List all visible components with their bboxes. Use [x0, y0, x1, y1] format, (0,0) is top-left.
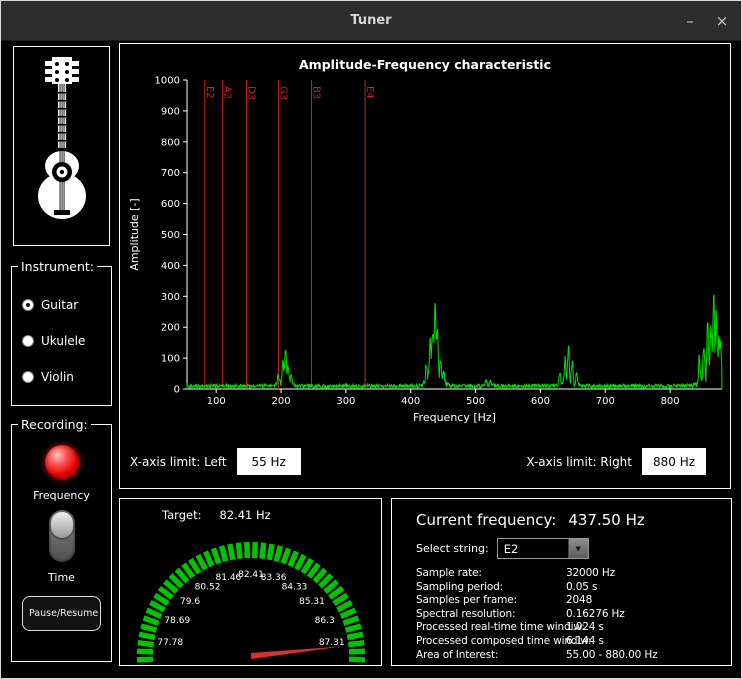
svg-text:900: 900: [161, 106, 180, 117]
titlebar: Tuner – ×: [1, 1, 741, 41]
radio-circle: [22, 371, 34, 383]
instrument-legend: Instrument:: [18, 259, 97, 274]
svg-text:100: 100: [161, 354, 180, 365]
target-value: 82.41 Hz: [219, 508, 270, 522]
close-button[interactable]: ×: [707, 1, 737, 41]
info-rows: Sample rate:32000 HzSampling period:0.05…: [416, 567, 723, 662]
string-select-dropdown[interactable]: E2 ▼: [497, 538, 589, 559]
svg-text:600: 600: [531, 396, 550, 407]
svg-text:200: 200: [161, 323, 180, 334]
left-limit-label: X-axis limit: Left: [130, 455, 227, 469]
pause-resume-button[interactable]: Pause/Resume: [22, 596, 101, 631]
radio-option-guitar[interactable]: Guitar: [22, 298, 105, 312]
svg-text:E2: E2: [204, 86, 215, 99]
target-row: Target: 82.41 Hz: [162, 508, 381, 522]
svg-text:500: 500: [466, 396, 485, 407]
left-limit-group: X-axis limit: Left: [130, 448, 301, 475]
svg-text:77.78: 77.78: [157, 638, 183, 648]
select-string-row: Select string: E2 ▼: [416, 538, 723, 559]
tuning-gauge: 77.7878.6979.680.5281.4682.4183.3684.338…: [120, 522, 381, 664]
instrument-options: Guitar Ukulele Violin: [16, 298, 107, 384]
radio-option-violin[interactable]: Violin: [22, 370, 105, 384]
svg-text:500: 500: [161, 230, 180, 241]
svg-text:D3: D3: [246, 86, 257, 100]
target-label: Target:: [162, 508, 201, 522]
radio-circle: [22, 299, 34, 311]
right-limit-group: X-axis limit: Right: [526, 448, 706, 475]
axis-limit-controls: X-axis limit: Left X-axis limit: Right: [130, 448, 706, 475]
svg-text:86.3: 86.3: [315, 616, 335, 626]
svg-text:Amplitude [-]: Amplitude [-]: [128, 198, 141, 270]
svg-text:300: 300: [161, 292, 180, 303]
left-limit-input[interactable]: [237, 448, 301, 475]
guitar-icon: [25, 54, 99, 238]
guitar-image: [13, 46, 110, 246]
spectrum-chart-panel: Amplitude-Frequency characteristic 0 100 2…: [119, 43, 731, 489]
info-row: Spectral resolution:0.16276 Hz: [416, 608, 723, 622]
svg-text:80.52: 80.52: [195, 582, 221, 592]
info-panel: Current frequency: 437.50 Hz Select stri…: [391, 498, 732, 666]
time-mode-label: Time: [48, 571, 75, 584]
chevron-down-icon: ▼: [568, 539, 588, 558]
svg-text:Frequency [Hz]: Frequency [Hz]: [413, 411, 496, 424]
select-string-label: Select string:: [416, 542, 489, 555]
radio-label: Violin: [41, 370, 74, 384]
svg-text:84.33: 84.33: [282, 582, 308, 592]
info-row: Area of Interest:55.00 - 880.00 Hz: [416, 649, 723, 663]
info-row: Sample rate:32000 Hz: [416, 567, 723, 581]
radio-circle: [22, 335, 34, 347]
svg-text:0: 0: [174, 385, 180, 396]
svg-text:600: 600: [161, 199, 180, 210]
svg-text:A2: A2: [222, 86, 233, 99]
svg-text:G3: G3: [277, 86, 288, 100]
svg-text:800: 800: [661, 396, 680, 407]
recording-legend: Recording:: [18, 417, 91, 432]
chart-title: Amplitude-Frequency characteristic: [120, 57, 730, 72]
svg-text:400: 400: [401, 396, 420, 407]
svg-text:700: 700: [161, 168, 180, 179]
toggle-knob: [51, 512, 73, 538]
svg-text:300: 300: [336, 396, 355, 407]
svg-text:100: 100: [207, 396, 226, 407]
current-frequency-value: 437.50 Hz: [568, 511, 644, 529]
svg-text:87.31: 87.31: [319, 638, 345, 648]
svg-text:800: 800: [161, 137, 180, 148]
svg-text:200: 200: [271, 396, 290, 407]
tuning-gauge-panel: Target: 82.41 Hz 77.7878.6979.680.5281.4…: [119, 498, 382, 666]
minimize-button[interactable]: –: [675, 1, 705, 41]
amplitude-frequency-chart: 0 100 200 300 400 500 600 700 800 900 1000 100 200 30…: [120, 74, 730, 446]
svg-text:1000: 1000: [155, 76, 180, 87]
radio-label: Ukulele: [41, 334, 85, 348]
info-row: Processed composed time windiw:6.144 s: [416, 635, 723, 649]
radio-option-ukulele[interactable]: Ukulele: [22, 334, 105, 348]
info-row: Sampling period:0.05 s: [416, 581, 723, 595]
instrument-group: Instrument: Guitar Ukulele Violin: [11, 259, 112, 406]
recording-group: Recording: Frequency Time Pause/Resume: [11, 417, 112, 662]
frequency-time-toggle[interactable]: [49, 510, 75, 562]
radio-label: Guitar: [41, 298, 78, 312]
frequency-mode-label: Frequency: [33, 489, 90, 502]
right-limit-label: X-axis limit: Right: [526, 455, 632, 469]
svg-text:85.31: 85.31: [299, 597, 325, 607]
current-frequency-row: Current frequency: 437.50 Hz: [416, 511, 723, 529]
svg-text:78.69: 78.69: [164, 616, 190, 626]
window-title: Tuner: [1, 1, 741, 40]
app-window: Tuner – ×: [0, 0, 742, 679]
info-row: Processed real-time time windiw:1.024 s: [416, 621, 723, 635]
svg-text:79.6: 79.6: [180, 597, 200, 607]
string-select-value: E2: [498, 539, 568, 558]
svg-text:E4: E4: [364, 86, 375, 99]
record-led-button[interactable]: [44, 444, 80, 480]
svg-text:B3: B3: [310, 86, 321, 99]
right-limit-input[interactable]: [642, 448, 706, 475]
recording-controls: Frequency Time Pause/Resume: [16, 434, 107, 631]
svg-text:400: 400: [161, 261, 180, 272]
info-row: Samples per frame:2048: [416, 594, 723, 608]
current-frequency-label: Current frequency:: [416, 511, 556, 529]
svg-text:700: 700: [596, 396, 615, 407]
